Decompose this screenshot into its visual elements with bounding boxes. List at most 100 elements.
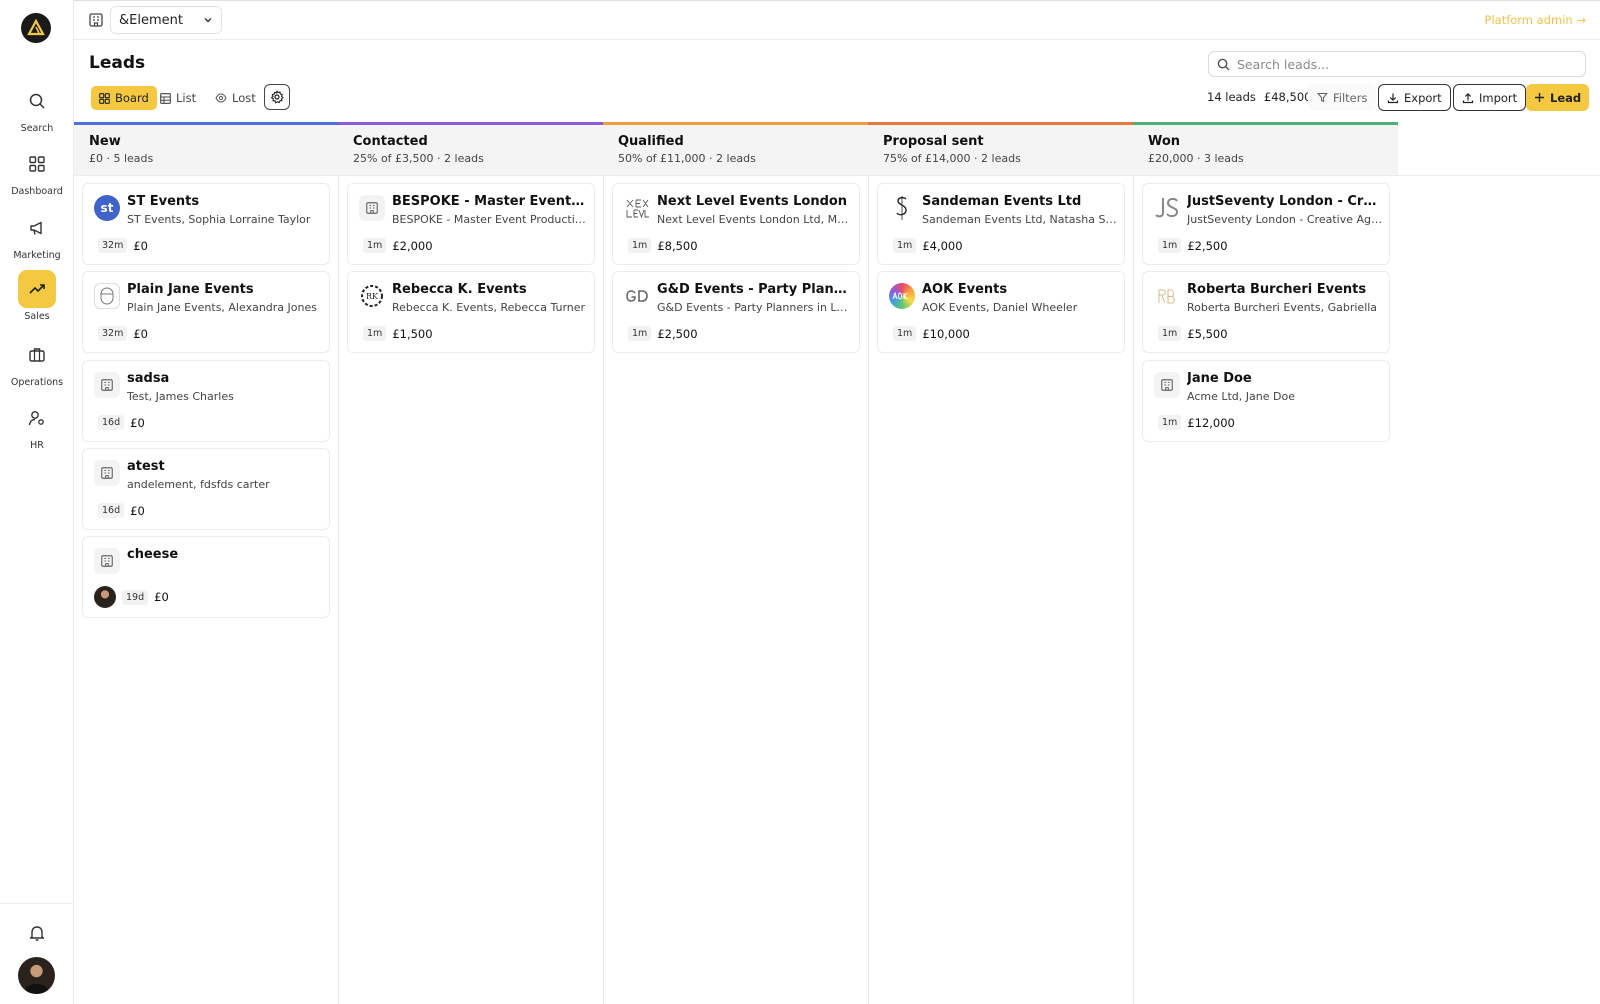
trending-up-icon (18, 270, 56, 308)
lead-count: 14 leads (1207, 90, 1256, 104)
nav-item-marketing[interactable]: Marketing (0, 209, 74, 261)
lead-card[interactable]: AOK Events AOK Events, Daniel Wheeler 1m… (877, 271, 1125, 353)
column-divider (603, 175, 604, 1004)
lead-card[interactable]: atest andelement, fdsfds carter 16d £0 (82, 448, 330, 530)
lead-age-badge: 1m (1158, 238, 1182, 253)
add-lead-label: Lead (1550, 90, 1582, 105)
lead-card[interactable]: Sandeman Events Ltd Sandeman Events Ltd,… (877, 183, 1125, 265)
nav-label: Search (20, 123, 54, 134)
lead-age-badge: 1m (1158, 415, 1182, 430)
lead-name: Next Level Events London (657, 194, 848, 209)
nav-label: HR (30, 440, 44, 451)
lead-name: AOK Events (922, 282, 1008, 297)
lead-card[interactable]: RK Rebecca K. Events Rebecca K. Events, … (347, 271, 595, 353)
lead-contact: Next Level Events London Ltd, Mark (657, 213, 853, 226)
building-icon (359, 195, 385, 221)
company-logo (1154, 195, 1180, 221)
organization-select[interactable]: &Element (110, 6, 222, 34)
lead-value: £10,000 (922, 326, 970, 341)
gear-icon (270, 90, 284, 104)
lead-card[interactable]: sadsa Test, James Charles 16d £0 (82, 360, 330, 442)
lead-value: £0 (130, 503, 145, 518)
nav-label: Operations (10, 377, 64, 388)
lead-card[interactable]: Jane Doe Acme Ltd, Jane Doe 1m £12,000 (1142, 360, 1390, 442)
column-summary: 75% of £14,000 · 2 leads (883, 152, 1021, 165)
nav-item-search[interactable]: Search (0, 82, 74, 134)
search-icon (18, 82, 56, 120)
lead-value: £0 (133, 238, 148, 253)
board-view-button[interactable]: Board (91, 86, 157, 110)
company-logo (1154, 283, 1180, 309)
lead-name: Jane Doe (1187, 371, 1252, 386)
lead-card[interactable]: Plain Jane Events Plain Jane Events, Ale… (82, 271, 330, 353)
lead-card[interactable]: JustSeventy London - Creative Agency Jus… (1142, 183, 1390, 265)
list-view-button[interactable]: List (152, 86, 204, 110)
lead-age-badge: 16d (98, 503, 125, 518)
lead-card[interactable]: G&D Events - Party Planners G&D Events -… (612, 271, 860, 353)
import-button[interactable]: Import (1453, 84, 1527, 111)
lead-name: atest (127, 459, 165, 474)
building-icon (94, 548, 120, 574)
lead-name: Sandeman Events Ltd (922, 194, 1082, 209)
lead-name: Rebecca K. Events (392, 282, 527, 297)
lead-age-badge: 1m (893, 238, 917, 253)
column-title: Qualified (618, 134, 684, 149)
table-icon (160, 92, 171, 104)
stage-color-bar (1133, 122, 1398, 125)
lead-name: BESPOKE - Master Event Production (392, 194, 588, 209)
sidebar-divider (0, 903, 73, 904)
add-lead-button[interactable]: Lead (1526, 84, 1590, 111)
lead-card[interactable]: Roberta Burcheri Events Roberta Burcheri… (1142, 271, 1390, 353)
lead-card[interactable]: Next Level Events London Next Level Even… (612, 183, 860, 265)
lead-contact: Roberta Burcheri Events, Gabriella (1187, 301, 1378, 314)
lead-age-badge: 1m (628, 238, 652, 253)
lead-value: £1,500 (392, 326, 433, 341)
board-settings-button[interactable] (264, 84, 290, 110)
lost-view-button[interactable]: Lost (207, 86, 264, 110)
column-header-qualified: Qualified 50% of £11,000 · 2 leads (603, 122, 868, 175)
lead-contact: Sandeman Events Ltd, Natasha Sandeman (922, 213, 1118, 226)
nav-item-operations[interactable]: Operations (0, 336, 74, 388)
user-avatar[interactable] (18, 957, 55, 994)
nav-item-sales[interactable]: Sales (0, 270, 74, 322)
lead-age-badge: 1m (363, 238, 387, 253)
search-icon (1217, 58, 1230, 71)
nav-item-hr[interactable]: HR (0, 399, 74, 451)
lead-age-badge: 1m (363, 326, 387, 341)
import-label: Import (1479, 90, 1518, 105)
lead-age-badge: 16d (98, 415, 125, 430)
lead-value: £8,500 (657, 238, 698, 253)
company-logo: RK (359, 283, 385, 309)
bell-icon[interactable] (26, 922, 48, 944)
page-title: Leads (89, 53, 146, 73)
lead-contact: Acme Ltd, Jane Doe (1187, 390, 1295, 403)
platform-admin-link[interactable]: Platform admin → (1485, 13, 1586, 27)
list-view-label: List (176, 91, 197, 105)
svg-text:RK: RK (366, 292, 379, 301)
column-header-won: Won £20,000 · 3 leads (1133, 122, 1398, 175)
search-box[interactable] (1208, 51, 1586, 77)
lead-contact: JustSeventy London - Creative Agency (1187, 213, 1383, 226)
lead-age-badge: 19d (122, 589, 149, 605)
app-logo[interactable] (21, 13, 51, 43)
filters-button[interactable]: Filters (1308, 84, 1377, 111)
company-logo (624, 283, 650, 309)
board-view-label: Board (115, 91, 149, 105)
lead-card[interactable]: BESPOKE - Master Event Production BESPOK… (347, 183, 595, 265)
nav-item-dashboard[interactable]: Dashboard (0, 145, 74, 197)
column-divider (868, 175, 869, 1004)
building-icon (94, 372, 120, 398)
lead-age-badge: 1m (893, 326, 917, 341)
lead-value: £5,500 (1187, 326, 1228, 341)
column-summary: £20,000 · 3 leads (1148, 152, 1244, 165)
lead-card[interactable]: st ST Events ST Events, Sophia Lorraine … (82, 183, 330, 265)
column-title: Won (1148, 134, 1181, 149)
nav-label: Dashboard (11, 186, 63, 197)
search-input[interactable] (1237, 56, 1567, 72)
lead-contact: Plain Jane Events, Alexandra Jones (127, 301, 317, 314)
dashboard-icon (18, 145, 56, 183)
lead-card[interactable]: cheese 19d £0 (82, 536, 330, 618)
export-button[interactable]: Export (1378, 84, 1451, 111)
upload-icon (1462, 92, 1474, 103)
plus-icon (1535, 93, 1544, 102)
